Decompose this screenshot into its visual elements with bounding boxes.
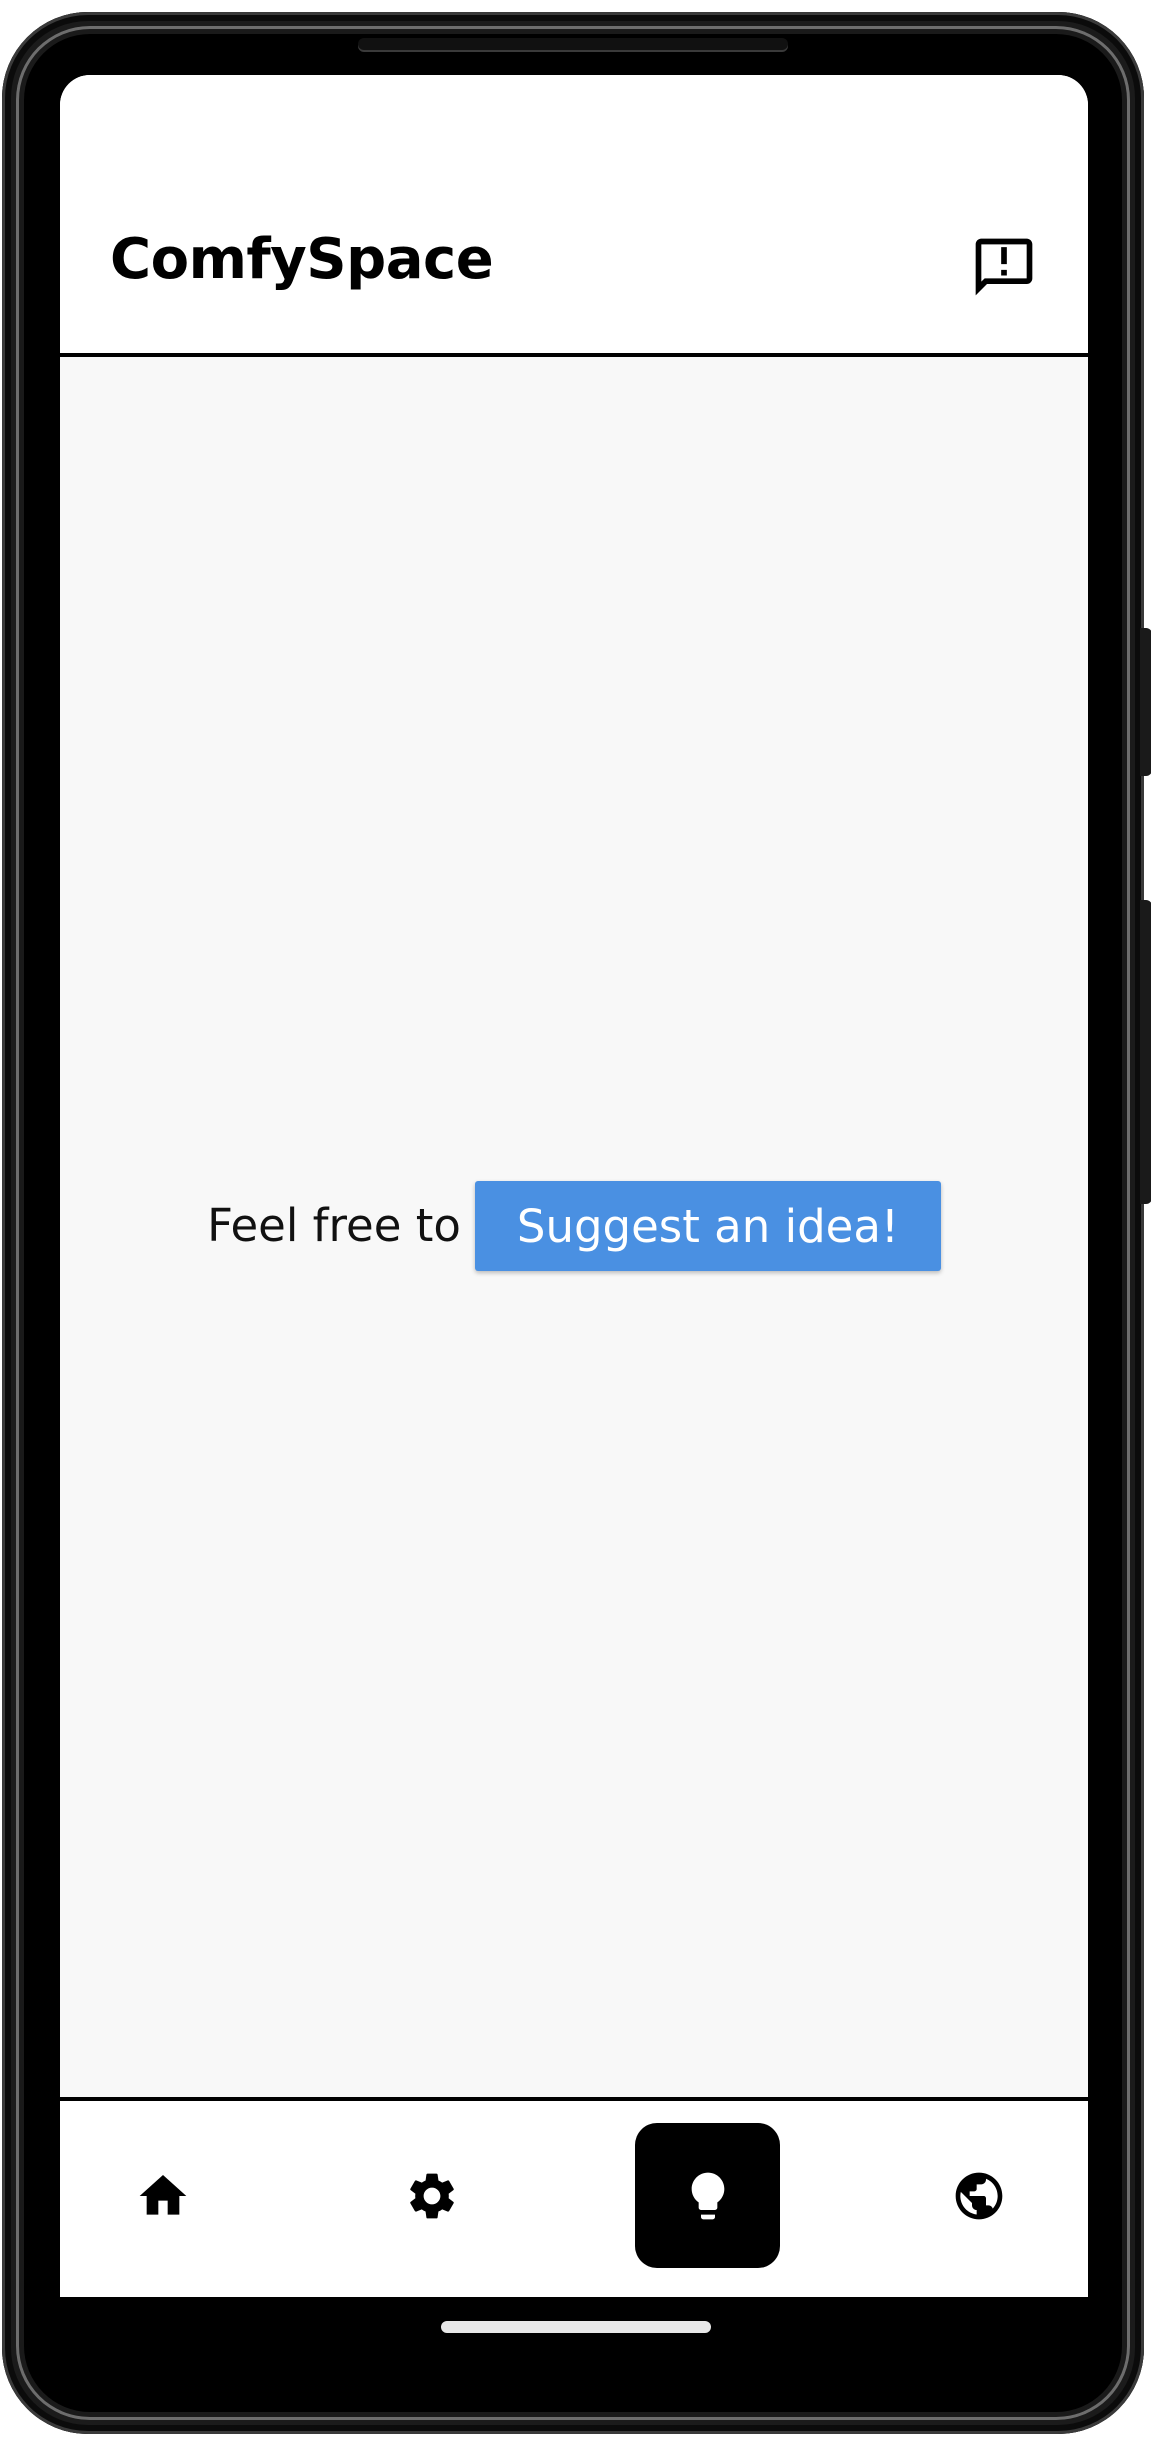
feedback-button[interactable]: [970, 233, 1038, 301]
cta-prompt-text: Feel free to: [207, 1199, 461, 1252]
feedback-icon: [975, 238, 1033, 296]
globe-icon: [955, 2172, 1002, 2219]
main-content: Feel free to Suggest an idea!: [60, 357, 1088, 2097]
earpiece-speaker: [358, 38, 788, 50]
nav-ideas[interactable]: [635, 2123, 780, 2268]
settings-gear-icon: [409, 2173, 454, 2218]
bottom-navigation: [60, 2097, 1088, 2297]
suggest-idea-row: Feel free to Suggest an idea!: [60, 1181, 1088, 1271]
home-indicator[interactable]: [441, 2321, 711, 2333]
home-icon: [139, 2174, 186, 2215]
screen: ComfySpace Feel free to Suggest an idea!: [60, 75, 1088, 2297]
lightbulb-icon: [691, 2172, 724, 2219]
app-title: ComfySpace: [110, 227, 494, 292]
suggest-idea-button[interactable]: Suggest an idea!: [474, 1181, 941, 1271]
volume-button: [1140, 900, 1151, 1204]
nav-home[interactable]: [90, 2123, 235, 2268]
app-header: ComfySpace: [60, 75, 1088, 357]
nav-settings[interactable]: [359, 2123, 504, 2268]
power-button: [1140, 628, 1151, 776]
nav-explore[interactable]: [906, 2123, 1051, 2268]
